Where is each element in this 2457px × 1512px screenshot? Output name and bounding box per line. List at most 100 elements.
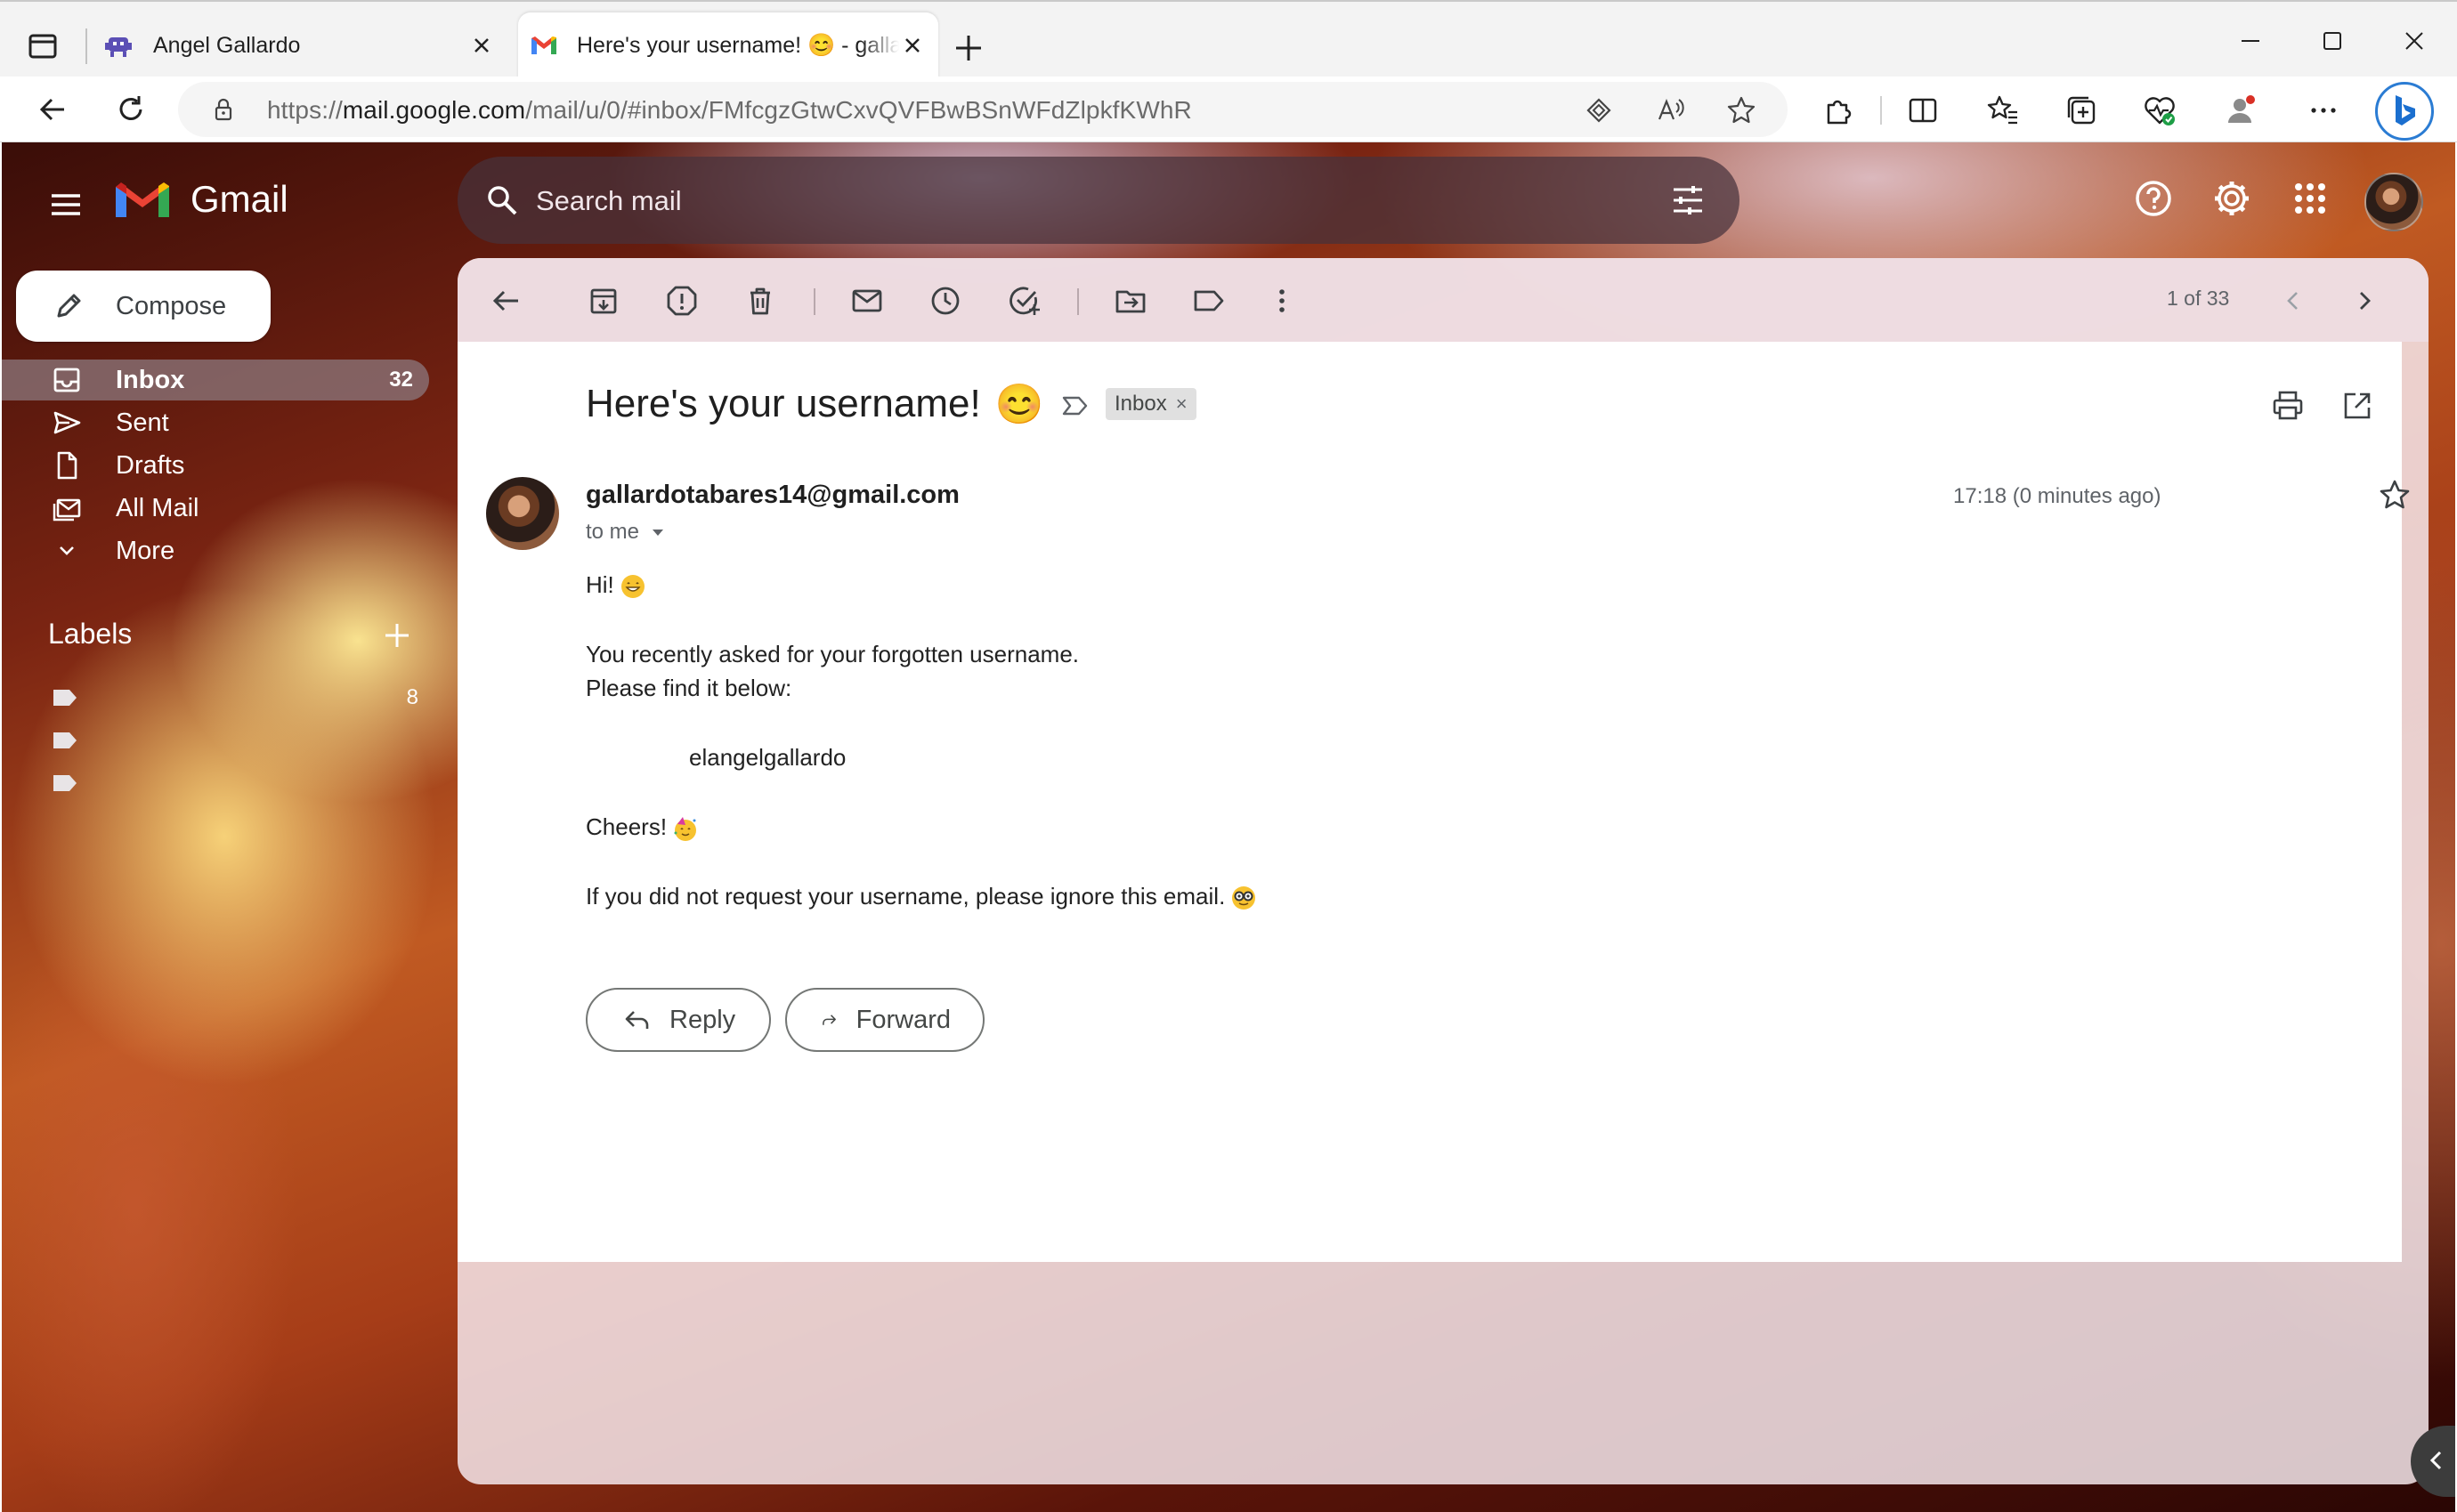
reply-button[interactable]: Reply (586, 988, 771, 1052)
close-tab-icon[interactable] (468, 32, 495, 59)
apps-grid-icon[interactable] (2290, 178, 2331, 219)
sidebar-item-drafts[interactable]: Drafts (2, 445, 429, 486)
move-to-folder-icon[interactable] (1113, 283, 1148, 319)
sidebar-item-all-mail[interactable]: All Mail (2, 488, 429, 529)
main-menu-icon[interactable] (48, 187, 84, 222)
maximize-icon[interactable] (2315, 23, 2350, 59)
account-avatar[interactable] (2364, 173, 2423, 231)
sidebar-item-sent[interactable]: Sent (2, 402, 429, 443)
grinning-face-emoji-icon (620, 575, 645, 599)
refresh-icon[interactable] (112, 91, 150, 128)
nerd-face-emoji-icon (1232, 886, 1256, 910)
forward-label: Forward (855, 1005, 951, 1034)
footer-text: If you did not request your username, pl… (586, 883, 1226, 910)
bing-copilot-button[interactable] (2375, 82, 2434, 141)
sender-email[interactable]: gallardotabares14@gmail.com (586, 481, 960, 510)
more-options-icon[interactable] (2306, 93, 2341, 128)
url-field[interactable]: https://mail.google.com/mail/u/0/#inbox/… (178, 82, 1788, 137)
sidebar-item-inbox[interactable]: Inbox 32 (2, 360, 429, 400)
tab-actions-icon[interactable] (25, 28, 61, 64)
search-input[interactable] (536, 182, 1604, 221)
search-bar[interactable] (458, 157, 1739, 244)
newer-chevron-left-icon[interactable] (2275, 283, 2311, 319)
extensions-icon[interactable] (1820, 93, 1855, 128)
sender-avatar[interactable] (486, 477, 559, 550)
print-icon[interactable] (2270, 388, 2306, 424)
star-icon[interactable] (2377, 477, 2412, 513)
gmail-logo-icon[interactable] (116, 180, 169, 221)
gmail-icon (531, 36, 556, 54)
read-aloud-icon[interactable] (1654, 94, 1686, 126)
reply-label: Reply (669, 1005, 736, 1034)
archive-icon[interactable] (586, 283, 621, 319)
report-spam-icon[interactable] (664, 283, 700, 319)
close-window-icon[interactable] (2396, 23, 2432, 59)
forward-arrow-icon (823, 1015, 836, 1025)
partying-face-emoji-icon (674, 817, 697, 842)
importance-marker-icon[interactable] (1059, 390, 1091, 422)
inbox-label-chip[interactable]: Inbox × (1106, 388, 1196, 420)
mark-unread-icon[interactable] (849, 283, 885, 319)
closing-text: Cheers! (586, 813, 668, 840)
collections-icon[interactable] (2064, 93, 2099, 128)
label-item[interactable] (52, 723, 426, 758)
favorites-icon[interactable] (1985, 93, 2021, 128)
new-tab-icon[interactable] (953, 32, 985, 64)
minimize-icon[interactable] (2233, 23, 2268, 59)
message-time: 17:18 (0 minutes ago) (1953, 484, 2161, 508)
profile-icon[interactable] (2222, 93, 2258, 128)
older-chevron-right-icon[interactable] (2347, 283, 2382, 319)
toolbar-separator (1880, 96, 1882, 125)
draft-icon (57, 451, 77, 480)
inbox-icon (53, 368, 80, 392)
browser-essentials-icon[interactable] (2142, 93, 2177, 128)
compose-label: Compose (116, 291, 227, 320)
forward-button[interactable]: Forward (785, 988, 985, 1052)
toolbar-divider (814, 288, 815, 315)
tab-title: Here's your username! 😊 - gallardotabare… (577, 32, 899, 58)
label-item[interactable] (52, 765, 426, 801)
more-vert-icon[interactable] (1264, 283, 1300, 319)
tab-angel-gallardo[interactable]: Angel Gallardo (93, 12, 507, 78)
back-arrow-icon[interactable] (34, 91, 71, 128)
toolbar-divider (1077, 288, 1079, 315)
recipient-details[interactable]: to me (586, 520, 668, 545)
label-item[interactable]: 8 (52, 680, 426, 716)
url-host: mail.google.com (342, 96, 526, 124)
labels-heading: Labels (48, 618, 133, 650)
search-icon[interactable] (484, 182, 520, 218)
favorite-star-icon[interactable] (1725, 94, 1757, 126)
sidebar-item-more[interactable]: More (2, 530, 429, 571)
remove-label-icon[interactable]: × (1176, 392, 1188, 416)
browser-tab-bar: Angel Gallardo Here's your username! 😊 -… (0, 0, 2457, 78)
message-panel: 1 of 33 Here's your username! 😊 Inbox × (458, 258, 2429, 1484)
split-screen-icon[interactable] (1905, 93, 1941, 128)
url-text: https://mail.google.com/mail/u/0/#inbox/… (267, 96, 1192, 125)
lock-icon[interactable] (210, 96, 237, 123)
message-view: Here's your username! 😊 Inbox × gallardo… (458, 342, 2410, 1262)
search-options-icon[interactable] (1668, 181, 1707, 220)
app-available-icon[interactable] (1583, 94, 1615, 126)
message-subject: Here's your username! 😊 (586, 381, 1044, 427)
bing-icon (2396, 95, 2415, 125)
back-to-inbox-icon[interactable] (488, 283, 523, 319)
help-icon[interactable] (2133, 178, 2174, 219)
add-to-tasks-icon[interactable] (1006, 283, 1042, 319)
all-mail-icon (53, 498, 81, 522)
settings-gear-icon[interactable] (2211, 178, 2252, 219)
label-tag-icon (53, 775, 77, 791)
add-label-icon[interactable] (381, 619, 413, 651)
open-in-new-window-icon[interactable] (2339, 388, 2375, 424)
close-tab-icon[interactable] (899, 32, 926, 59)
delete-trash-icon[interactable] (742, 283, 778, 319)
caret-down-icon (653, 530, 664, 536)
snooze-clock-icon[interactable] (928, 283, 963, 319)
gmail-logo-text[interactable]: Gmail (191, 178, 288, 221)
tab-gmail-message[interactable]: Here's your username! 😊 - gallardotabare… (518, 12, 938, 78)
message-line: Please find it below: (586, 675, 792, 701)
compose-button[interactable]: Compose (16, 271, 271, 342)
chevron-left-icon (2429, 1451, 2442, 1470)
chip-label: Inbox (1115, 392, 1167, 416)
sidebar-item-label: Drafts (116, 450, 185, 480)
label-icon[interactable] (1191, 283, 1227, 319)
